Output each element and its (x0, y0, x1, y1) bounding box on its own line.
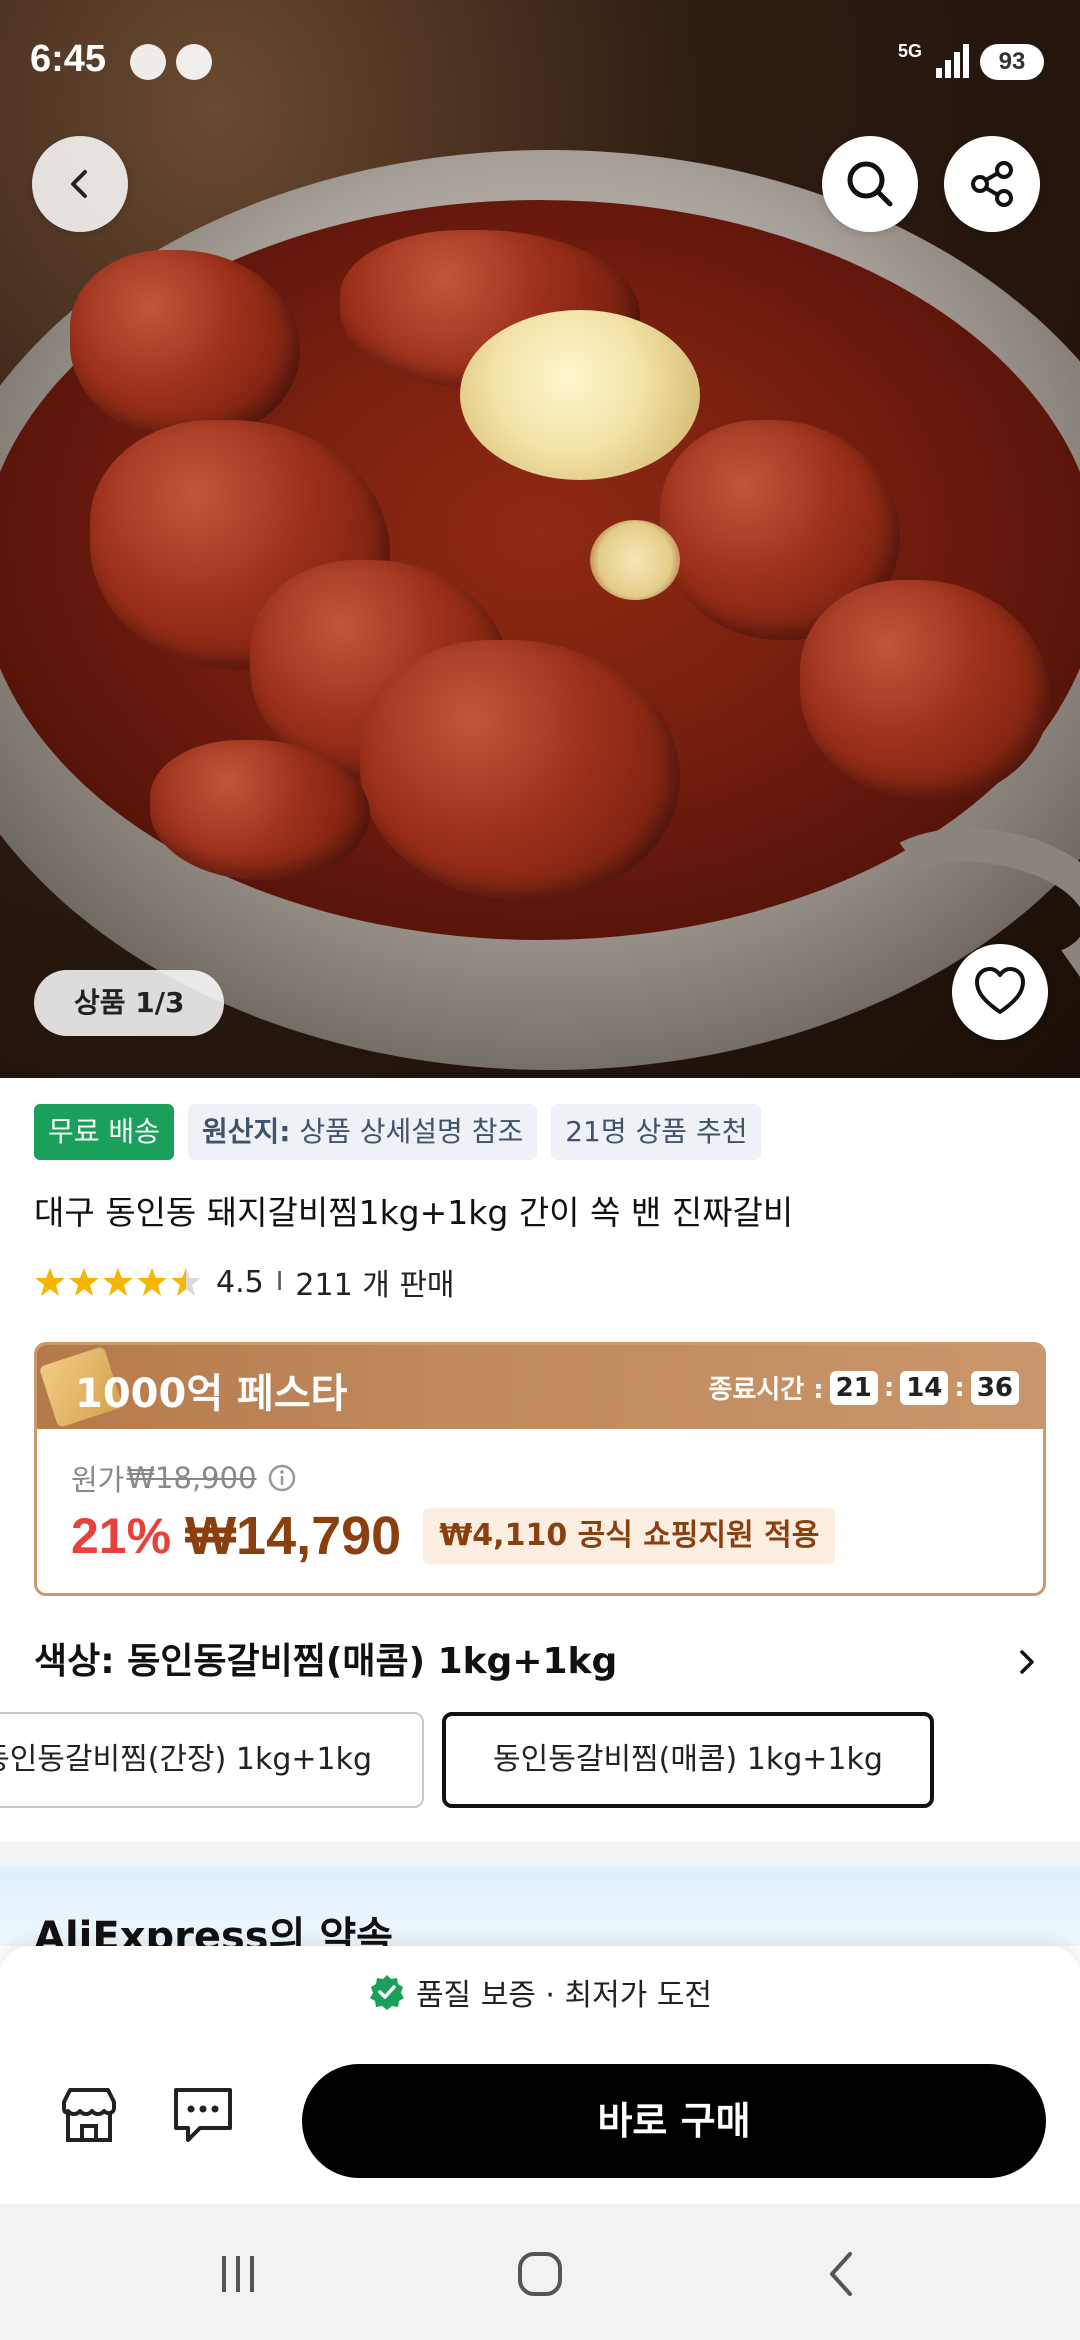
chevron-right-icon (1020, 1650, 1034, 1674)
option-chip[interactable]: 동인동갈비찜(간장) 1kg+1kg (0, 1712, 424, 1808)
promotion-header: 1000억 페스타 종료시간 : 21 : 14 : 36 (37, 1345, 1043, 1429)
countdown-seconds: 36 (970, 1370, 1019, 1405)
share-button[interactable] (944, 136, 1040, 232)
countdown-minutes: 14 (900, 1370, 949, 1405)
search-button[interactable] (822, 136, 918, 232)
back-button[interactable] (32, 136, 128, 232)
rating-value: 4.5 (216, 1264, 264, 1300)
battery-level: 93 (980, 44, 1044, 80)
countdown-hours: 21 (829, 1370, 878, 1405)
network-label: 5G (898, 41, 923, 61)
option-selector[interactable]: 색상: 동인동갈비찜(매콤) 1kg+1kg (34, 1632, 1046, 1692)
info-icon[interactable] (267, 1463, 297, 1493)
back-icon (71, 170, 87, 198)
guarantee-row[interactable]: 품질 보증 · 최저가 도전 (0, 1970, 1080, 2014)
status-time: 6:45 (30, 38, 107, 80)
countdown-colon: : (954, 1372, 965, 1403)
star-icon (35, 1268, 65, 1296)
option-title: 색상: 동인동갈비찜(매콤) 1kg+1kg (34, 1641, 618, 1682)
rating-row[interactable]: 4.5 I 211 개 판매 (34, 1262, 455, 1303)
wishlist-button[interactable] (952, 944, 1048, 1040)
signal-icon (936, 44, 970, 78)
recommend-tag: 21명 상품 추천 (551, 1104, 762, 1160)
origin-tag: 원산지: 상품 상세설명 참조 (187, 1104, 538, 1160)
product-title: 대구 동인동 돼지갈비찜1kg+1kg 간이 쏙 밴 진짜갈비 (34, 1193, 794, 1232)
home-icon[interactable] (510, 2244, 570, 2304)
rating-stars (34, 1266, 202, 1298)
original-price: ₩18,900 (126, 1461, 257, 1495)
half-star-icon (171, 1268, 201, 1296)
countdown: 종료시간 : 21 : 14 : 36 (708, 1369, 1019, 1406)
sold-count: 211 개 판매 (295, 1268, 455, 1303)
share-icon (971, 161, 1013, 207)
chat-icon[interactable] (170, 2082, 236, 2148)
star-icon (69, 1268, 99, 1296)
store-icon[interactable] (56, 2082, 122, 2148)
recents-icon[interactable] (208, 2244, 268, 2304)
system-nav-bar (0, 2204, 1080, 2340)
promotion-title: 1000억 페스타 (75, 1371, 348, 1417)
origin-value: 상품 상세설명 참조 (299, 1115, 524, 1148)
promotion-box: 1000억 페스타 종료시간 : 21 : 14 : 36 원가 ₩18,900… (34, 1342, 1046, 1596)
notification-icon (130, 44, 166, 80)
product-tags: 무료 배송 원산지: 상품 상세설명 참조 21명 상품 추천 (34, 1104, 762, 1160)
countdown-label: 종료시간 : (708, 1375, 824, 1405)
star-icon (137, 1268, 167, 1296)
option-chip-selected[interactable]: 동인동갈비찜(매콤) 1kg+1kg (442, 1712, 934, 1808)
shield-check-icon (369, 1975, 404, 2010)
origin-label: 원산지: (201, 1115, 291, 1148)
subsidy-badge: ₩4,110 공식 쇼핑지원 적용 (423, 1508, 836, 1564)
search-icon (847, 161, 893, 207)
notification-icon (176, 44, 212, 80)
nav-back-icon[interactable] (812, 2244, 872, 2304)
price-row: 21% ₩14,790 ₩4,110 공식 쇼핑지원 적용 (71, 1505, 836, 1567)
guarantee-text: 품질 보증 · 최저가 도전 (415, 1978, 713, 2013)
status-bar: 6:45 5G 93 (0, 0, 1080, 120)
original-price-label: 원가 (71, 1463, 125, 1497)
rating-separator: I (275, 1267, 284, 1297)
countdown-colon: : (883, 1372, 895, 1403)
image-counter: 상품 1/3 (34, 970, 225, 1036)
bottom-action-bar: 품질 보증 · 최저가 도전 바로 구매 (0, 1946, 1080, 2204)
star-icon (103, 1268, 133, 1296)
discount-percent: 21% (71, 1508, 172, 1564)
option-chips: 동인동갈비찜(간장) 1kg+1kg 동인동갈비찜(매콤) 1kg+1kg (0, 1712, 1080, 1812)
garlic-topping (460, 310, 700, 480)
product-image[interactable] (0, 0, 1080, 1078)
heart-icon (975, 967, 1025, 1014)
original-price-row: 원가 ₩18,900 (71, 1457, 297, 1499)
garlic-topping (590, 520, 680, 600)
free-shipping-tag: 무료 배송 (34, 1104, 174, 1160)
buy-now-button[interactable]: 바로 구매 (302, 2064, 1046, 2178)
sale-price: ₩14,790 (185, 1506, 402, 1566)
section-divider (0, 1842, 1080, 1866)
